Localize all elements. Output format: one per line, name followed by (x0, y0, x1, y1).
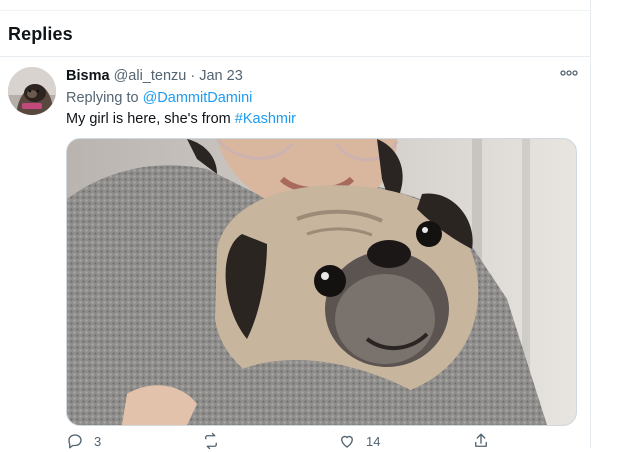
tweet-media-image[interactable] (66, 138, 577, 426)
pug-photo (67, 139, 576, 425)
replying-to-label: Replying to (66, 90, 139, 106)
heart-icon (341, 435, 353, 448)
tweet-text-main: My girl is here, she's from (66, 111, 231, 127)
more-icon[interactable] (560, 65, 578, 81)
reply-tweet[interactable]: Bisma @ali_tenzu · Jan 23 Replying to @D… (0, 57, 590, 450)
tweet-header: Bisma @ali_tenzu · Jan 23 (66, 67, 578, 86)
retweet-icon (205, 432, 217, 450)
replies-header: Replies (0, 10, 590, 57)
replies-title: Replies (8, 24, 73, 44)
user-handle[interactable]: @ali_tenzu (114, 68, 187, 84)
tweet-text: My girl is here, she's from #Kashmir (66, 109, 578, 130)
replying-to-link[interactable]: @DammitDamini (143, 90, 253, 106)
avatar[interactable] (8, 67, 56, 115)
tweet-body: Bisma @ali_tenzu · Jan 23 Replying to @D… (66, 67, 578, 130)
like-count: 14 (366, 433, 381, 449)
avatar-image (8, 67, 56, 115)
display-name[interactable]: Bisma (66, 68, 110, 84)
tweet-actions: 3 14 (66, 432, 526, 452)
retweet-button[interactable] (202, 432, 230, 450)
share-icon (475, 433, 487, 447)
hashtag-link[interactable]: #Kashmir (235, 111, 296, 127)
reply-button[interactable]: 3 (66, 432, 101, 450)
reply-icon (68, 434, 82, 449)
column-border (590, 0, 591, 448)
reply-count: 3 (94, 433, 102, 449)
tweet-date[interactable]: Jan 23 (199, 68, 243, 84)
replying-to-line: Replying to @DammitDamini (66, 88, 578, 109)
separator-dot: · (190, 68, 196, 84)
share-button[interactable] (472, 432, 500, 450)
like-button[interactable]: 14 (338, 432, 380, 450)
